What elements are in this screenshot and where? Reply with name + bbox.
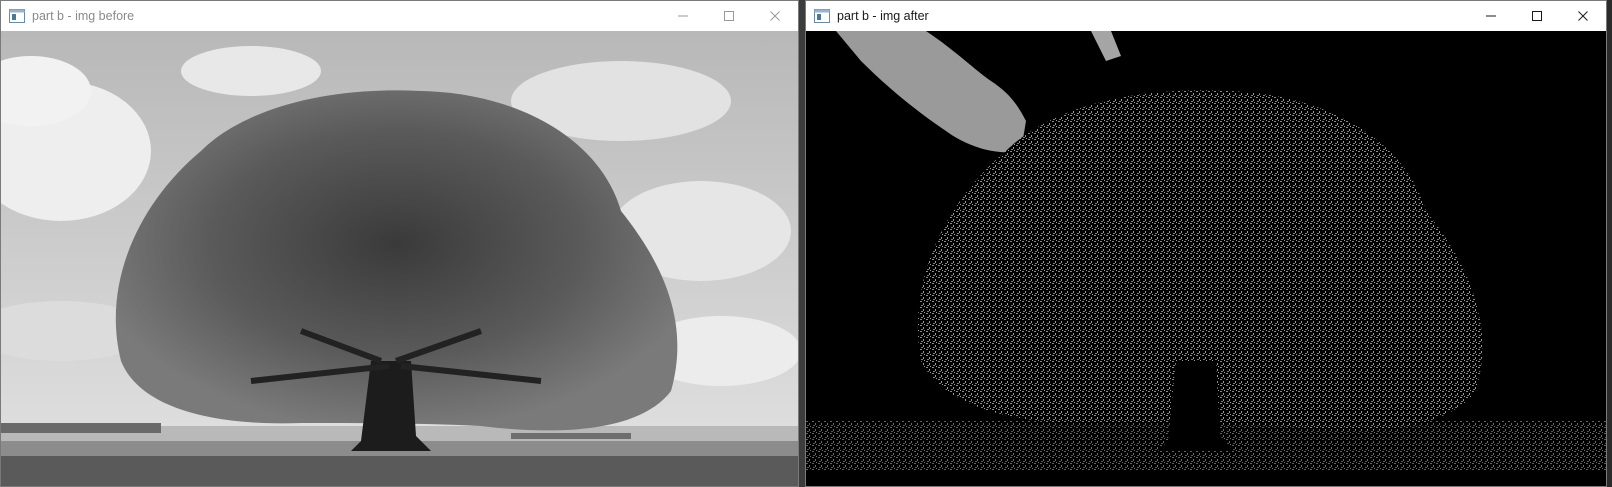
minimize-button[interactable] [1468,1,1514,31]
image-canvas-before [1,31,798,486]
minimize-icon [1486,15,1496,17]
maximize-button[interactable] [1514,1,1560,31]
window-app-icon [9,9,25,23]
maximize-icon [1532,11,1542,21]
window-title: part b - img after [837,9,929,23]
window-app-icon [814,9,830,23]
tree-photo-grayscale [1,31,798,486]
image-canvas-after [806,31,1606,486]
window-title: part b - img before [32,9,135,23]
close-icon [770,11,780,21]
close-button[interactable] [1560,1,1606,31]
maximize-icon [724,11,734,21]
title-bar[interactable]: part b - img before [1,1,798,31]
minimize-button[interactable] [660,1,706,31]
maximize-button[interactable] [706,1,752,31]
window-img-after[interactable]: part b - img after [805,0,1607,487]
tree-photo-thresholded [806,31,1606,486]
title-bar[interactable]: part b - img after [806,1,1606,31]
minimize-icon [678,15,688,17]
close-icon [1578,11,1588,21]
window-img-before[interactable]: part b - img before [0,0,799,487]
close-button[interactable] [752,1,798,31]
